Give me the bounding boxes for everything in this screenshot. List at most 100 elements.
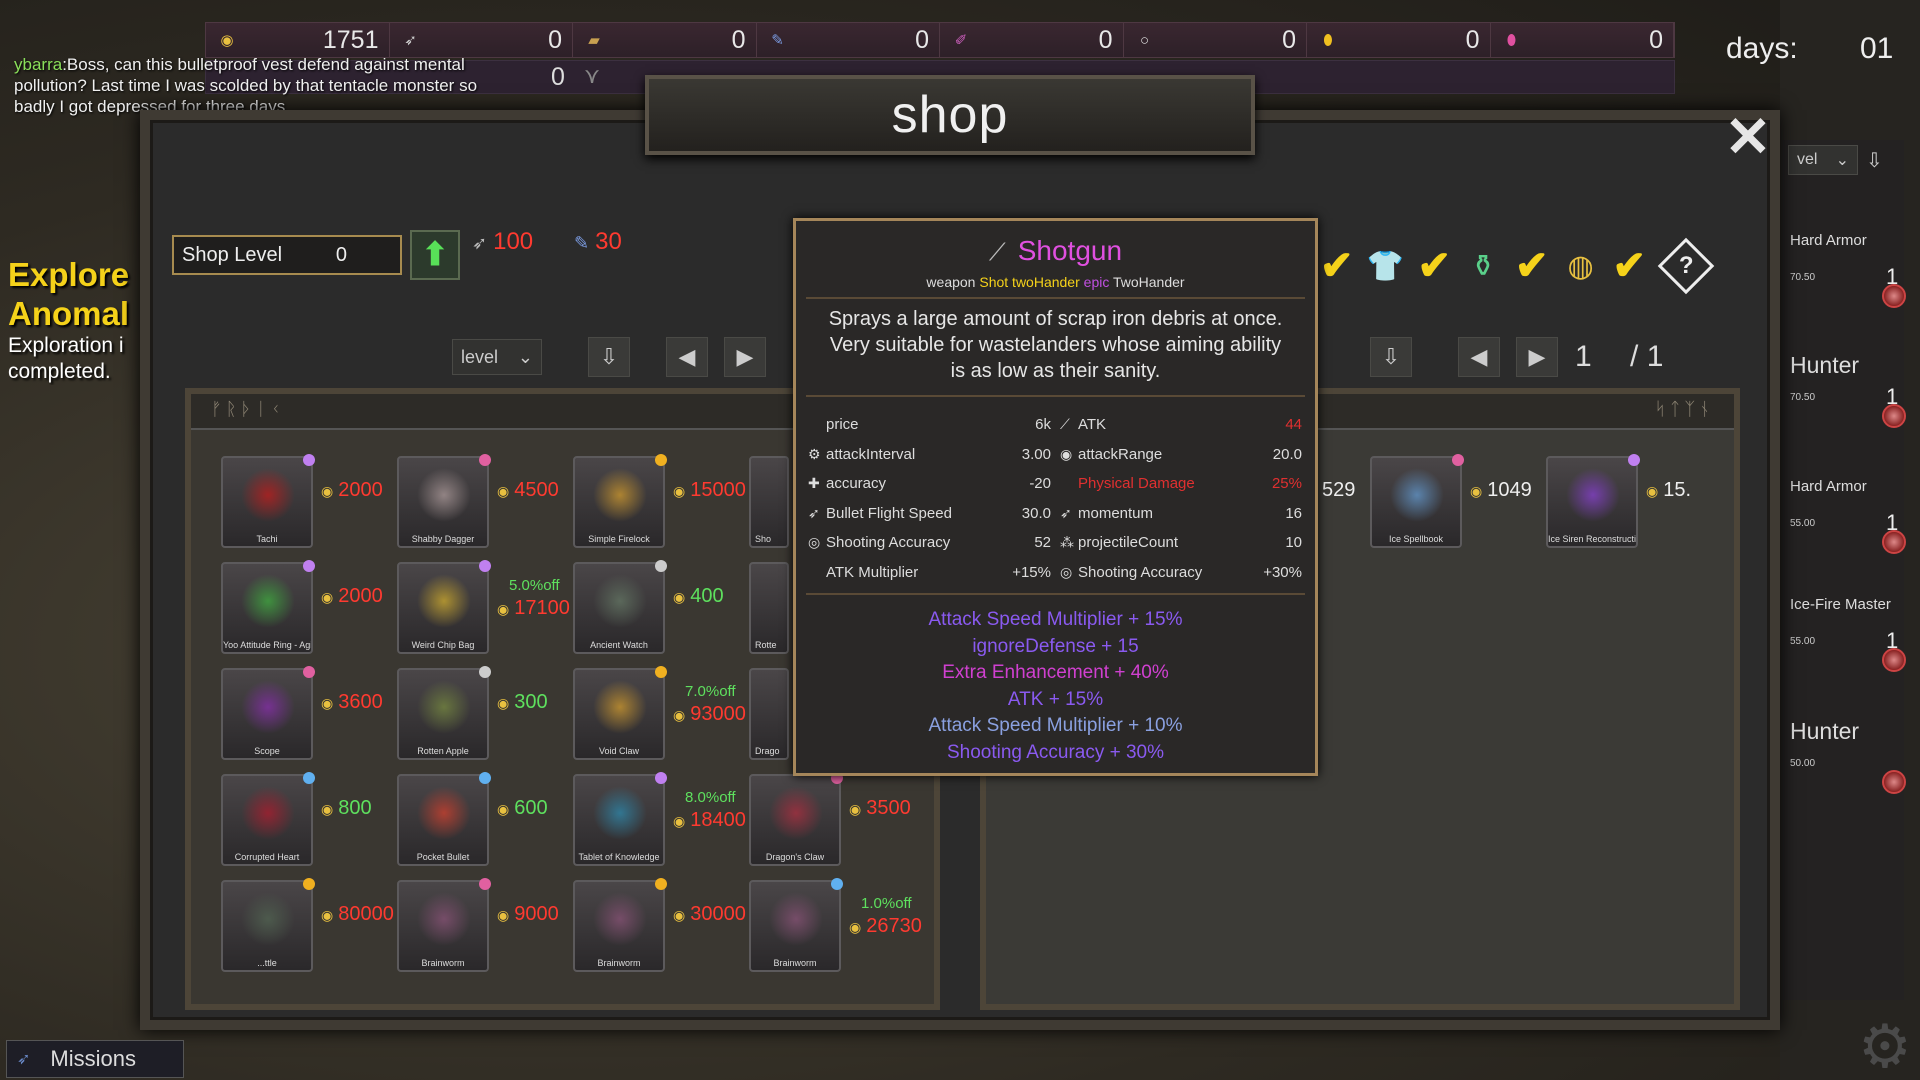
item-slot[interactable]: Ice Spellbook (1370, 454, 1464, 548)
item-slot[interactable]: Weird Chip Bag (397, 560, 491, 654)
item-icon (1566, 468, 1620, 522)
potion-filter-icon[interactable]: ⚱ (1461, 244, 1505, 288)
item-slot[interactable]: Tablet of Knowledge (573, 772, 667, 866)
item-slot[interactable]: Brainworm (749, 878, 843, 972)
stat-label: price (808, 416, 859, 433)
character-entry[interactable]: Hard Armor 55.00 1 (1790, 478, 1906, 554)
bonus-line: ignoreDefense + 15 (972, 635, 1139, 657)
close-button[interactable]: ✕ (1722, 109, 1774, 165)
chevron-down-icon: ⌄ (517, 346, 533, 367)
rarity-gem-icon (479, 666, 491, 678)
item-slot-partial[interactable]: Sho (749, 456, 789, 548)
prev-page-button[interactable]: ◀ (1458, 337, 1500, 377)
character-entry[interactable]: Hunter 50.00 (1790, 718, 1906, 794)
stat-value: 44 (1285, 416, 1302, 433)
pink-gem-icon: ⬮ (1506, 31, 1517, 49)
item-slot[interactable]: Ice Siren Reconstruction Potion (1546, 454, 1640, 548)
quill-icon: ➶ (17, 1051, 31, 1068)
rarity-gem-icon (303, 560, 315, 572)
filter-check-armor[interactable]: ✔ (1418, 246, 1452, 286)
quill-icon: ✎ (771, 32, 784, 49)
item-price: ◉ 15. (1646, 479, 1691, 502)
stat-label: ⚙ attackInterval (808, 446, 915, 463)
upgrade-cost-quill: ✎ 30 (574, 228, 622, 256)
item-slot[interactable]: Brainworm (573, 878, 667, 972)
upgrade-shop-button[interactable]: ⬆ (410, 230, 460, 280)
rarity-gem-icon (479, 772, 491, 784)
item-price: ◉ 15000 (673, 479, 746, 502)
gold-coin-icon: ◉ (321, 907, 334, 923)
character-sort-dropdown[interactable]: vel ⌄ (1788, 145, 1858, 175)
item-slot-partial[interactable]: Drago (749, 668, 789, 760)
character-entry[interactable]: Hard Armor 70.50 1 (1790, 232, 1906, 308)
character-stat: 50.00 (1790, 758, 1816, 769)
stat-icon: ✚ (808, 475, 820, 491)
help-button[interactable]: ? (1657, 237, 1715, 295)
panel-runes: ᛋᛏᛉᚾ (1654, 399, 1714, 419)
character-entry[interactable]: Ice-Fire Master 55.00 1 (1790, 596, 1906, 672)
missions-button[interactable]: ➶ Missions (6, 1040, 184, 1078)
tooltip-divider (806, 395, 1305, 397)
gear-icon[interactable]: ⚙ (1858, 1012, 1912, 1080)
item-price-value: 26730 (866, 915, 922, 937)
character-entry[interactable]: Hunter 70.50 1 (1790, 352, 1906, 428)
filter-check-material[interactable]: ✔ (1613, 246, 1647, 286)
quest-tracker[interactable]: Explore Anomal Exploration i completed. (8, 255, 140, 385)
item-icon (1390, 468, 1444, 522)
item-price: ◉ 1049 (1470, 479, 1532, 502)
stat-label: ⟋ ATK (1060, 416, 1106, 433)
item-icon (593, 468, 647, 522)
item-price-value: 80000 (338, 903, 394, 925)
item-slot[interactable]: Ancient Watch (573, 560, 667, 654)
item-icon (417, 468, 471, 522)
stat-label-text: Bullet Flight Speed (826, 504, 952, 522)
secondary-resource-value: 0 (551, 63, 565, 91)
sort-order-icon[interactable]: ⇩ (1370, 337, 1412, 377)
prev-page-button[interactable]: ◀ (666, 337, 708, 377)
item-price-value: 4500 (514, 479, 559, 501)
tooltip-description: Sprays a large amount of scrap iron debr… (828, 308, 1283, 382)
item-price-value: 800 (338, 797, 372, 819)
armor-filter-icon[interactable]: 👕 (1364, 244, 1408, 288)
item-slot[interactable]: Simple Firelock (573, 454, 667, 548)
stat-icon: ⁂ (1060, 534, 1074, 550)
item-icon (593, 892, 647, 946)
item-slot[interactable]: Scope (221, 666, 315, 760)
filter-check-potion[interactable]: ✔ (1515, 246, 1549, 286)
item-icon (417, 892, 471, 946)
item-slot[interactable]: Pocket Bullet (397, 772, 491, 866)
avatar (1882, 770, 1906, 794)
item-name: Simple Firelock (588, 534, 650, 544)
next-page-button[interactable]: ▶ (1516, 337, 1558, 377)
item-name: Brainworm (597, 958, 641, 968)
item-price-value: 9000 (514, 903, 559, 925)
sort-order-icon[interactable]: ⇩ (1866, 148, 1883, 173)
gold-coin-icon: ◉ (497, 483, 510, 499)
stat-icon: ⟋ (1060, 416, 1070, 432)
item-slot[interactable]: Corrupted Heart (221, 772, 315, 866)
next-page-button[interactable]: ▶ (724, 337, 766, 377)
avatar (1882, 404, 1906, 428)
item-slot[interactable]: Tachi (221, 454, 315, 548)
item-price-value: 3500 (866, 797, 911, 819)
item-slot[interactable]: ...ttle (221, 878, 315, 972)
item-slot-partial[interactable]: Rotte (749, 562, 789, 654)
filter-check-weapons[interactable]: ✔ (1320, 246, 1354, 286)
item-slot[interactable]: Dragon's Claw (749, 772, 843, 866)
item-slot[interactable]: Yoo Attitude Ring - Agility (221, 560, 315, 654)
stat-label: ◎ Shooting Accuracy (808, 534, 950, 551)
item-slot[interactable]: Shabby Dagger (397, 454, 491, 548)
stat-value: +15% (1012, 563, 1051, 581)
material-filter-icon[interactable]: ◍ (1559, 244, 1603, 288)
left-sort-dropdown[interactable]: level ⌄ (452, 339, 542, 375)
item-price: ◉ 3500 (849, 797, 911, 820)
sort-order-icon[interactable]: ⇩ (588, 337, 630, 377)
quill-icon: ✎ (574, 233, 590, 253)
quest-title-line2: Anomal (8, 295, 130, 332)
item-slot[interactable]: Brainworm (397, 878, 491, 972)
item-slot[interactable]: Rotten Apple (397, 666, 491, 760)
tooltip-hand-type: TwoHander (1112, 274, 1185, 290)
item-name: Ice Spellbook (1388, 534, 1444, 544)
rarity-gem-icon (303, 878, 315, 890)
item-slot[interactable]: Void Claw (573, 666, 667, 760)
